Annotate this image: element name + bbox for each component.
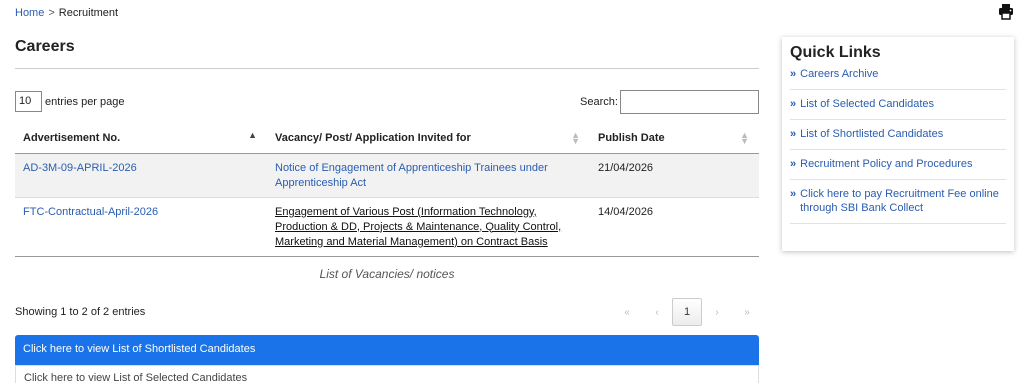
double-chevron-right-icon: » (790, 98, 797, 110)
double-chevron-right-icon: » (790, 128, 797, 140)
breadcrumb-home-link[interactable]: Home (15, 7, 44, 19)
quick-link-recruitment-policy[interactable]: Recruitment Policy and Procedures (800, 157, 972, 171)
table-caption: List of Vacancies/ notices (319, 267, 455, 281)
entries-per-page-select[interactable]: 10 (15, 91, 42, 112)
vacancy-link[interactable]: Engagement of Various Post (Information … (275, 206, 561, 248)
quick-link-selected-candidates[interactable]: List of Selected Candidates (800, 97, 934, 111)
quick-link-item: » Click here to pay Recruitment Fee onlin… (790, 180, 1006, 224)
quick-link-careers-archive[interactable]: Careers Archive (800, 67, 878, 81)
advertisement-no-cell: AD-3M-09-APRIL-2026 (15, 153, 267, 198)
sort-both-icon: ▲ ▼ (740, 130, 749, 146)
table-search: Search: (580, 90, 759, 114)
vacancy-cell: Notice of Engagement of Apprenticeship T… (267, 153, 590, 198)
breadcrumb-separator: > (48, 7, 55, 19)
quick-links-panel: Quick Links » Careers Archive » List of Se… (782, 37, 1014, 251)
double-chevron-right-icon: » (790, 188, 797, 200)
column-header-advertisement-no[interactable]: Advertisement No. ▲ (15, 124, 267, 154)
entries-per-page-label: entries per page (45, 95, 125, 108)
shortlisted-candidates-button[interactable]: Click here to view List of Shortlisted C… (15, 335, 759, 365)
quick-links-list: » Careers Archive » List of Selected Candi… (790, 64, 1006, 224)
sort-asc-icon: ▲ (248, 130, 257, 140)
search-input[interactable] (619, 90, 759, 114)
column-header-publish-date[interactable]: Publish Date ▲ ▼ (590, 124, 759, 154)
double-chevron-right-icon: » (790, 68, 797, 80)
advertisement-link[interactable]: AD-3M-09-APRIL-2026 (23, 162, 137, 174)
selected-candidates-button[interactable]: Click here to view List of Selected Cand… (15, 365, 759, 383)
printer-icon[interactable] (997, 3, 1015, 21)
column-header-vacancy[interactable]: Vacancy/ Post/ Application Invited for ▲ ▼ (267, 124, 590, 154)
column-header-label: Advertisement No. (23, 132, 121, 145)
quick-link-item: » List of Selected Candidates (790, 90, 1006, 120)
publish-date-cell: 14/04/2026 (590, 197, 759, 257)
table-row: AD-3M-09-APRIL-2026 Notice of Engagement… (15, 153, 759, 198)
quick-link-item: » List of Shortlisted Candidates (790, 120, 1006, 150)
page-1-button[interactable]: 1 (672, 298, 702, 326)
quick-link-item: » Careers Archive (790, 64, 1006, 90)
column-header-label: Publish Date (598, 132, 665, 145)
entries-length-control: 10 entries per page (15, 91, 125, 112)
careers-table: Advertisement No. ▲ Vacancy/ Post/ Applic… (15, 124, 759, 257)
pagination: « ‹ 1 › » (612, 298, 762, 326)
previous-page-button[interactable]: ‹ (642, 298, 672, 326)
page-title: Careers (15, 38, 75, 55)
vacancy-cell: Engagement of Various Post (Information … (267, 197, 590, 257)
table-row: FTC-Contractual-April-2026 Engagement of… (15, 197, 759, 257)
table-info: Showing 1 to 2 of 2 entries (15, 306, 146, 318)
advertisement-no-cell: FTC-Contractual-April-2026 (15, 197, 267, 257)
next-page-button[interactable]: › (702, 298, 732, 326)
sort-both-icon: ▲ ▼ (571, 130, 580, 146)
title-divider (15, 68, 759, 69)
vacancy-link[interactable]: Notice of Engagement of Apprenticeship T… (275, 162, 548, 189)
breadcrumb-current: Recruitment (58, 7, 119, 19)
last-page-button[interactable]: » (732, 298, 762, 326)
first-page-button[interactable]: « (612, 298, 642, 326)
column-header-label: Vacancy/ Post/ Application Invited for (275, 132, 471, 145)
advertisement-link[interactable]: FTC-Contractual-April-2026 (23, 206, 158, 218)
double-chevron-right-icon: » (790, 158, 797, 170)
search-label: Search: (580, 96, 618, 108)
quick-links-title: Quick Links (790, 44, 881, 61)
quick-link-item: » Recruitment Policy and Procedures (790, 150, 1006, 180)
quick-link-shortlisted-candidates[interactable]: List of Shortlisted Candidates (800, 127, 943, 141)
quick-link-pay-recruitment-fee[interactable]: Click here to pay Recruitment Fee online… (800, 187, 1006, 215)
table-header-row: Advertisement No. ▲ Vacancy/ Post/ Applic… (15, 124, 759, 154)
publish-date-cell: 21/04/2026 (590, 153, 759, 198)
breadcrumb: Home > Recruitment (15, 7, 118, 19)
